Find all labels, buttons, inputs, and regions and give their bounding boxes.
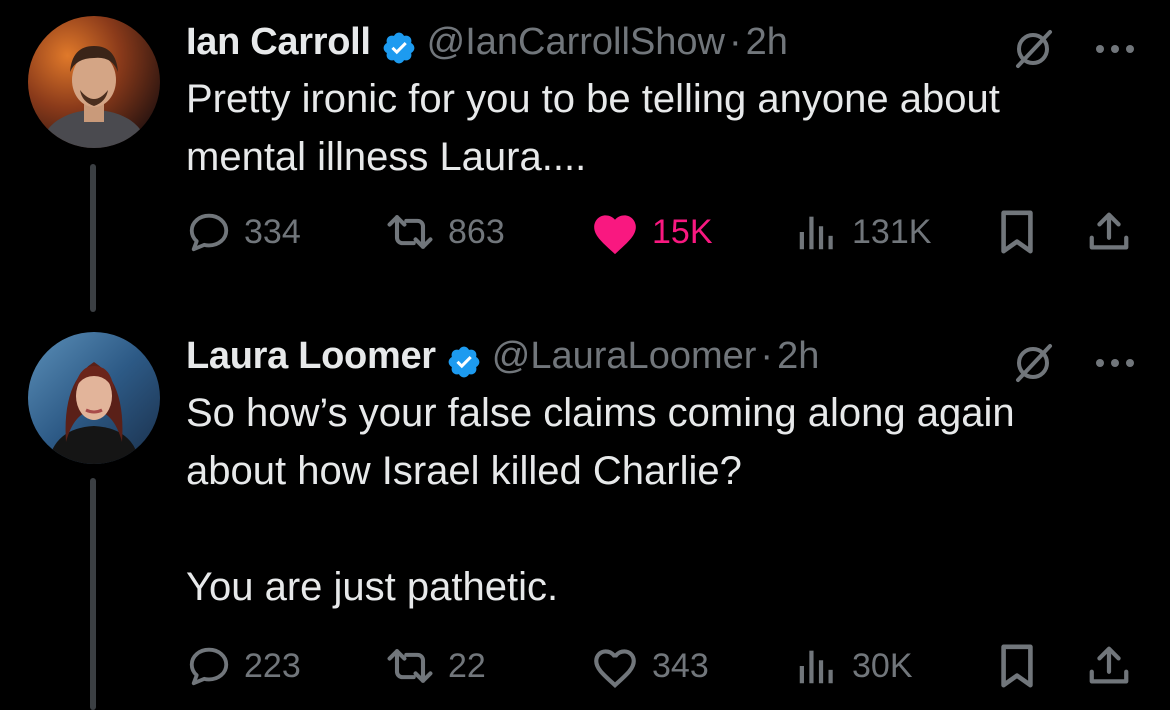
tweet-text: Pretty ironic for you to be telling anyo… bbox=[186, 77, 1000, 179]
views-chart-icon bbox=[799, 216, 833, 250]
reply-button[interactable]: 223 bbox=[186, 636, 301, 696]
reply-icon bbox=[189, 647, 229, 686]
reply-button[interactable]: 334 bbox=[186, 202, 301, 262]
share-icon bbox=[1089, 646, 1129, 684]
grok-icon[interactable] bbox=[1010, 26, 1056, 72]
author-name[interactable]: Laura Loomer bbox=[186, 326, 436, 386]
like-count: 15K bbox=[652, 212, 713, 251]
more-dots-icon[interactable] bbox=[1088, 26, 1142, 72]
tweet-header: Ian Carroll @IanCarrollShow · 2h bbox=[186, 12, 788, 72]
reply-count: 334 bbox=[244, 212, 301, 251]
separator-dot: · bbox=[760, 335, 774, 377]
tweet-actions: 334 863 15K 131K bbox=[186, 202, 1146, 262]
views-count: 30K bbox=[852, 646, 913, 685]
repost-count: 863 bbox=[448, 212, 505, 251]
tweet-laura-loomer[interactable]: Laura Loomer @LauraLoomer · 2h So how’s … bbox=[0, 326, 1170, 710]
share-icon bbox=[1089, 212, 1129, 250]
like-button[interactable]: 15K bbox=[590, 202, 713, 262]
grok-icon[interactable] bbox=[1010, 340, 1056, 386]
repost-count: 22 bbox=[448, 646, 486, 685]
reply-icon bbox=[189, 213, 229, 252]
timestamp[interactable]: 2h bbox=[777, 326, 819, 386]
repost-button[interactable]: 863 bbox=[384, 202, 505, 262]
timestamp[interactable]: 2h bbox=[746, 12, 788, 72]
bookmark-icon bbox=[1001, 644, 1033, 688]
bookmark-icon bbox=[1001, 210, 1033, 254]
repost-icon bbox=[387, 215, 433, 249]
views-count: 131K bbox=[852, 212, 932, 251]
heart-icon bbox=[594, 215, 636, 255]
like-button[interactable]: 343 bbox=[590, 636, 709, 696]
share-button[interactable] bbox=[1086, 202, 1132, 262]
views-chart-icon bbox=[799, 650, 833, 684]
views-button[interactable]: 131K bbox=[794, 202, 931, 262]
views-button[interactable]: 30K bbox=[794, 636, 913, 696]
bookmark-button[interactable] bbox=[996, 636, 1038, 696]
reply-count: 223 bbox=[244, 646, 301, 685]
tweet-header: Laura Loomer @LauraLoomer · 2h bbox=[186, 326, 819, 386]
bookmark-button[interactable] bbox=[996, 202, 1038, 262]
tweet-actions: 223 22 343 30K bbox=[186, 636, 1146, 696]
like-count: 343 bbox=[652, 646, 709, 685]
more-dots-icon[interactable] bbox=[1088, 340, 1142, 386]
tweet-ian-carroll[interactable]: Ian Carroll @IanCarrollShow · 2h Pretty … bbox=[0, 12, 1170, 312]
avatar-ian-carroll[interactable] bbox=[28, 16, 160, 148]
thread-line bbox=[90, 478, 96, 710]
author-handle[interactable]: @IanCarrollShow bbox=[427, 12, 725, 72]
share-button[interactable] bbox=[1086, 636, 1132, 696]
separator-dot: · bbox=[729, 21, 742, 63]
avatar-laura-loomer[interactable] bbox=[28, 332, 160, 464]
repost-button[interactable]: 22 bbox=[384, 636, 486, 696]
repost-icon bbox=[387, 649, 433, 683]
heart-icon bbox=[594, 649, 636, 688]
verified-badge-icon bbox=[446, 338, 482, 378]
author-name[interactable]: Ian Carroll bbox=[186, 12, 371, 72]
author-handle[interactable]: @LauraLoomer bbox=[492, 326, 757, 386]
tweet-text: So how’s your false claims coming along … bbox=[186, 391, 1015, 609]
verified-badge-icon bbox=[381, 24, 417, 64]
thread-line bbox=[90, 164, 96, 312]
